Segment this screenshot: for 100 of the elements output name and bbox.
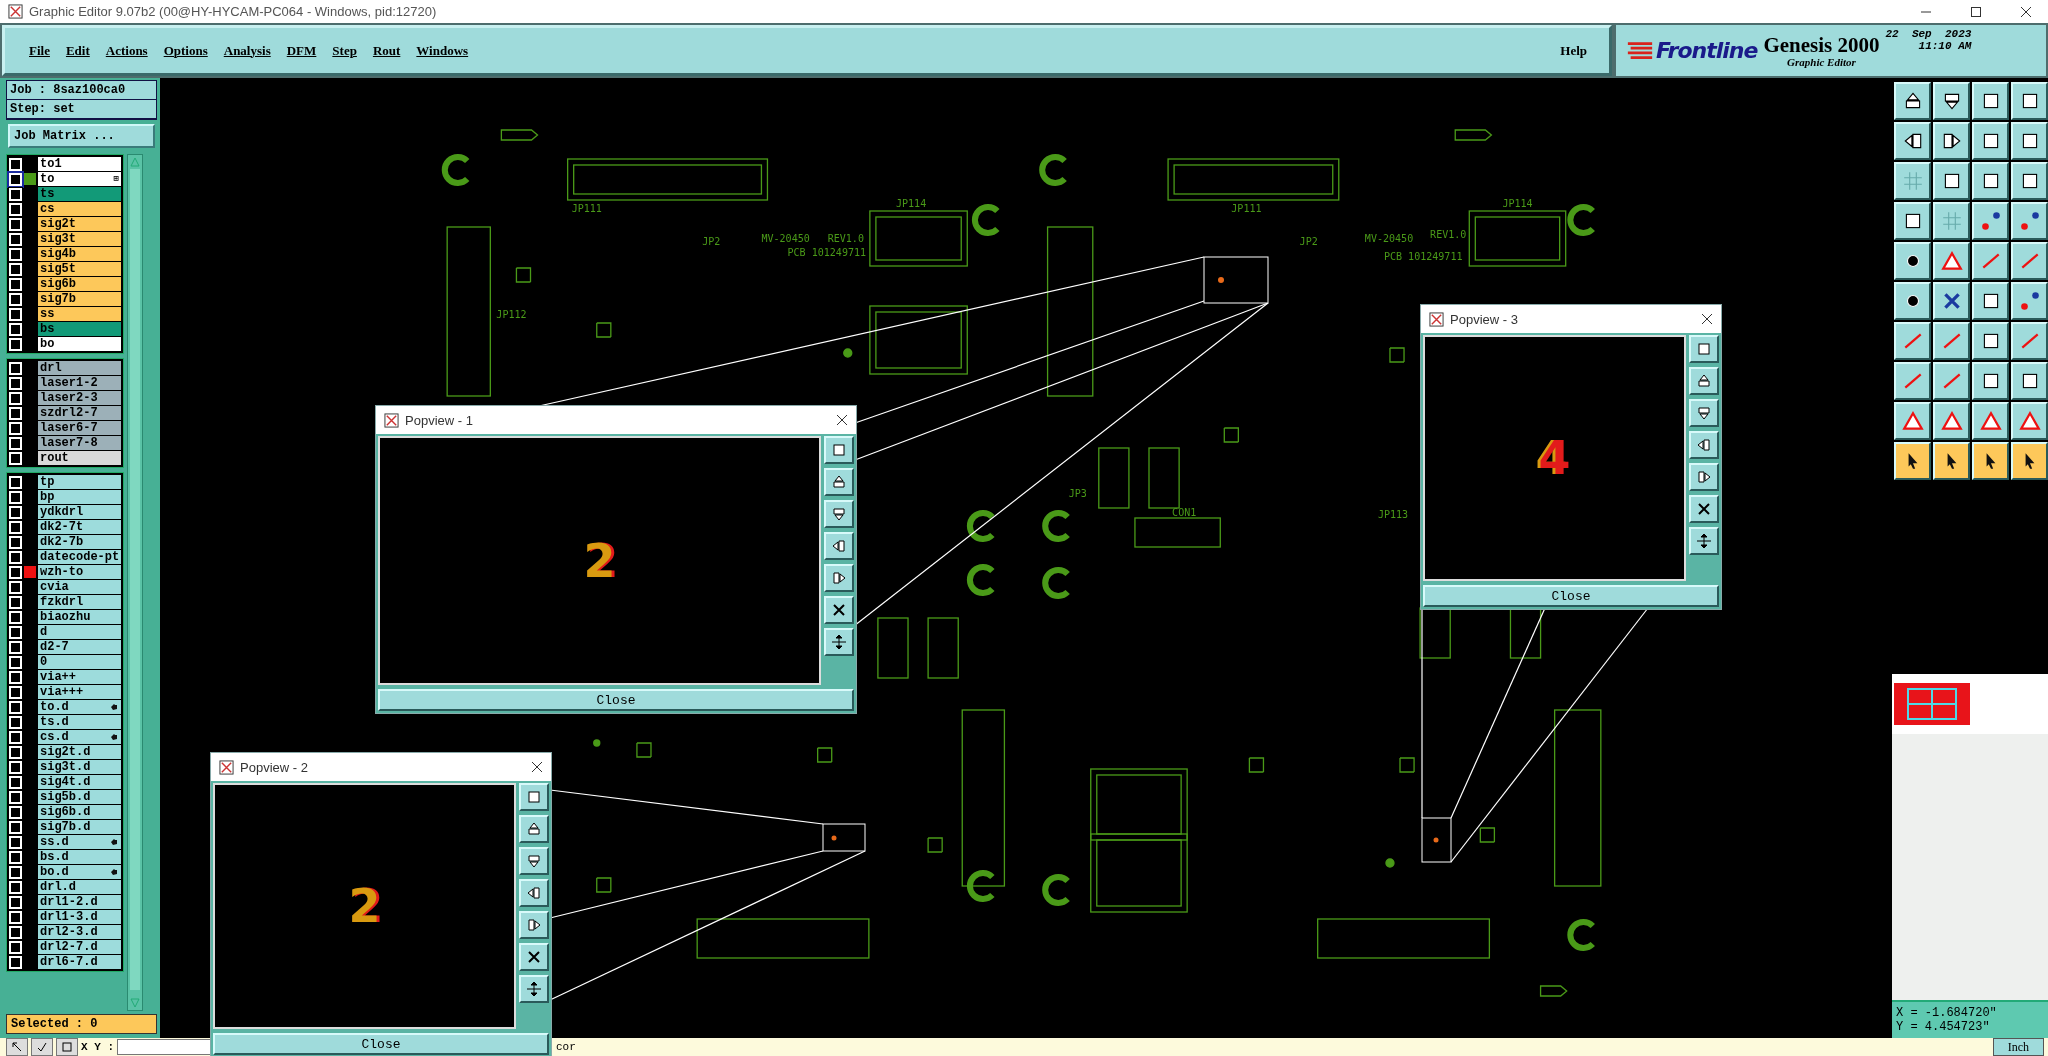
- layer-name[interactable]: szdrl2-7: [38, 406, 121, 420]
- layer-checkbox[interactable]: [9, 790, 22, 804]
- view-button[interactable]: [519, 847, 549, 875]
- layer-name[interactable]: sig7b: [38, 292, 121, 306]
- layer-checkbox[interactable]: [9, 232, 22, 246]
- layer-name[interactable]: drl6-7.d: [38, 955, 121, 969]
- layer-checkbox[interactable]: [9, 307, 22, 321]
- layer-checkbox[interactable]: [9, 262, 22, 276]
- view-button[interactable]: [824, 468, 854, 496]
- view-button[interactable]: [1689, 399, 1719, 427]
- layer-checkbox[interactable]: [9, 835, 22, 849]
- layer-name[interactable]: datecode-pt: [38, 550, 121, 564]
- layer-checkbox[interactable]: [9, 730, 22, 744]
- view-button[interactable]: [824, 628, 854, 656]
- menu-item[interactable]: Rout: [364, 38, 409, 63]
- layer-checkbox[interactable]: [9, 925, 22, 939]
- close-icon[interactable]: [836, 414, 848, 426]
- close-button[interactable]: Close: [378, 689, 854, 711]
- layer-name[interactable]: via+++: [38, 685, 121, 699]
- layer-checkbox[interactable]: [9, 451, 22, 465]
- layer-checkbox[interactable]: [9, 700, 22, 714]
- layer-checkbox[interactable]: [9, 955, 22, 969]
- layer-name[interactable]: sig6b: [38, 277, 121, 291]
- layer-name[interactable]: laser6-7: [38, 421, 121, 435]
- view-button[interactable]: [519, 815, 549, 843]
- layer-checkbox[interactable]: [9, 406, 22, 420]
- close-button[interactable]: Close: [213, 1033, 549, 1055]
- layer-checkbox[interactable]: [9, 535, 22, 549]
- layer-name[interactable]: drl2-3.d: [38, 925, 121, 939]
- layer-name[interactable]: laser7-8: [38, 436, 121, 450]
- close-icon[interactable]: [531, 761, 543, 773]
- close-icon[interactable]: [1701, 313, 1713, 325]
- toolbar-button[interactable]: [31, 1038, 53, 1056]
- view-button[interactable]: [519, 975, 549, 1003]
- layer-name[interactable]: to1: [38, 157, 121, 171]
- menu-item[interactable]: Windows: [408, 38, 477, 63]
- layer-checkbox[interactable]: [9, 247, 22, 261]
- layer-checkbox[interactable]: [9, 820, 22, 834]
- layer-name[interactable]: sig4b: [38, 247, 121, 261]
- view-button[interactable]: [519, 943, 549, 971]
- layer-checkbox[interactable]: [9, 610, 22, 624]
- menu-item[interactable]: Options: [155, 38, 216, 63]
- layer-name[interactable]: sig6b.d: [38, 805, 121, 819]
- view-button[interactable]: [1689, 367, 1719, 395]
- layer-checkbox[interactable]: [9, 550, 22, 564]
- layer-checkbox[interactable]: [9, 202, 22, 216]
- layer-name[interactable]: cvia: [38, 580, 121, 594]
- layer-name[interactable]: bo: [38, 337, 121, 351]
- view-button[interactable]: [519, 783, 549, 811]
- close-button[interactable]: Close: [1423, 585, 1719, 607]
- view-button[interactable]: [824, 596, 854, 624]
- layer-name[interactable]: cs.d: [38, 730, 121, 744]
- layer-name[interactable]: drl2-7.d: [38, 940, 121, 954]
- layer-checkbox[interactable]: [9, 505, 22, 519]
- maximize-icon[interactable]: [1970, 5, 1982, 18]
- view-button[interactable]: [519, 879, 549, 907]
- layer-checkbox[interactable]: [9, 436, 22, 450]
- layer-name[interactable]: ydkdrl: [38, 505, 121, 519]
- layer-checkbox[interactable]: [9, 595, 22, 609]
- layer-checkbox[interactable]: [9, 337, 22, 351]
- layer-checkbox[interactable]: [9, 565, 22, 579]
- layer-name[interactable]: sig5b.d: [38, 790, 121, 804]
- layer-checkbox[interactable]: [9, 292, 22, 306]
- layer-checkbox[interactable]: [9, 805, 22, 819]
- layer-name[interactable]: 0: [38, 655, 121, 669]
- layer-checkbox[interactable]: [9, 520, 22, 534]
- layer-name[interactable]: via++: [38, 670, 121, 684]
- layer-name[interactable]: biaozhu: [38, 610, 121, 624]
- help-menu[interactable]: Help: [1552, 38, 1595, 63]
- layer-name[interactable]: to.d: [38, 700, 121, 714]
- menu-item[interactable]: File: [21, 38, 58, 63]
- layer-name[interactable]: wzh-to: [38, 565, 121, 579]
- layer-checkbox[interactable]: [9, 715, 22, 729]
- layer-checkbox[interactable]: [9, 895, 22, 909]
- view-button[interactable]: [519, 911, 549, 939]
- layer-name[interactable]: sig5t: [38, 262, 121, 276]
- layer-name[interactable]: cs: [38, 202, 121, 216]
- layer-name[interactable]: ss: [38, 307, 121, 321]
- layer-name[interactable]: tp: [38, 475, 121, 489]
- layer-name[interactable]: drl1-2.d: [38, 895, 121, 909]
- view-button[interactable]: [824, 500, 854, 528]
- layer-name[interactable]: sig3t: [38, 232, 121, 246]
- layer-name[interactable]: ts.d: [38, 715, 121, 729]
- unit-dropdown[interactable]: Inch: [1992, 1038, 2044, 1056]
- layer-name[interactable]: sig2t: [38, 217, 121, 231]
- layer-checkbox[interactable]: [9, 685, 22, 699]
- view-button[interactable]: [824, 436, 854, 464]
- layer-checkbox[interactable]: [9, 865, 22, 879]
- layer-checkbox[interactable]: [9, 172, 22, 186]
- menu-item[interactable]: Edit: [57, 38, 98, 63]
- view-button[interactable]: [1689, 463, 1719, 491]
- layer-checkbox[interactable]: [9, 640, 22, 654]
- layer-checkbox[interactable]: [9, 775, 22, 789]
- view-button[interactable]: [1689, 495, 1719, 523]
- job-matrix-button[interactable]: Job Matrix ...: [8, 124, 155, 148]
- view-button[interactable]: [1689, 335, 1719, 363]
- layer-checkbox[interactable]: [9, 277, 22, 291]
- layer-checkbox[interactable]: [9, 322, 22, 336]
- input-field[interactable]: [117, 1039, 213, 1055]
- layer-checkbox[interactable]: [9, 655, 22, 669]
